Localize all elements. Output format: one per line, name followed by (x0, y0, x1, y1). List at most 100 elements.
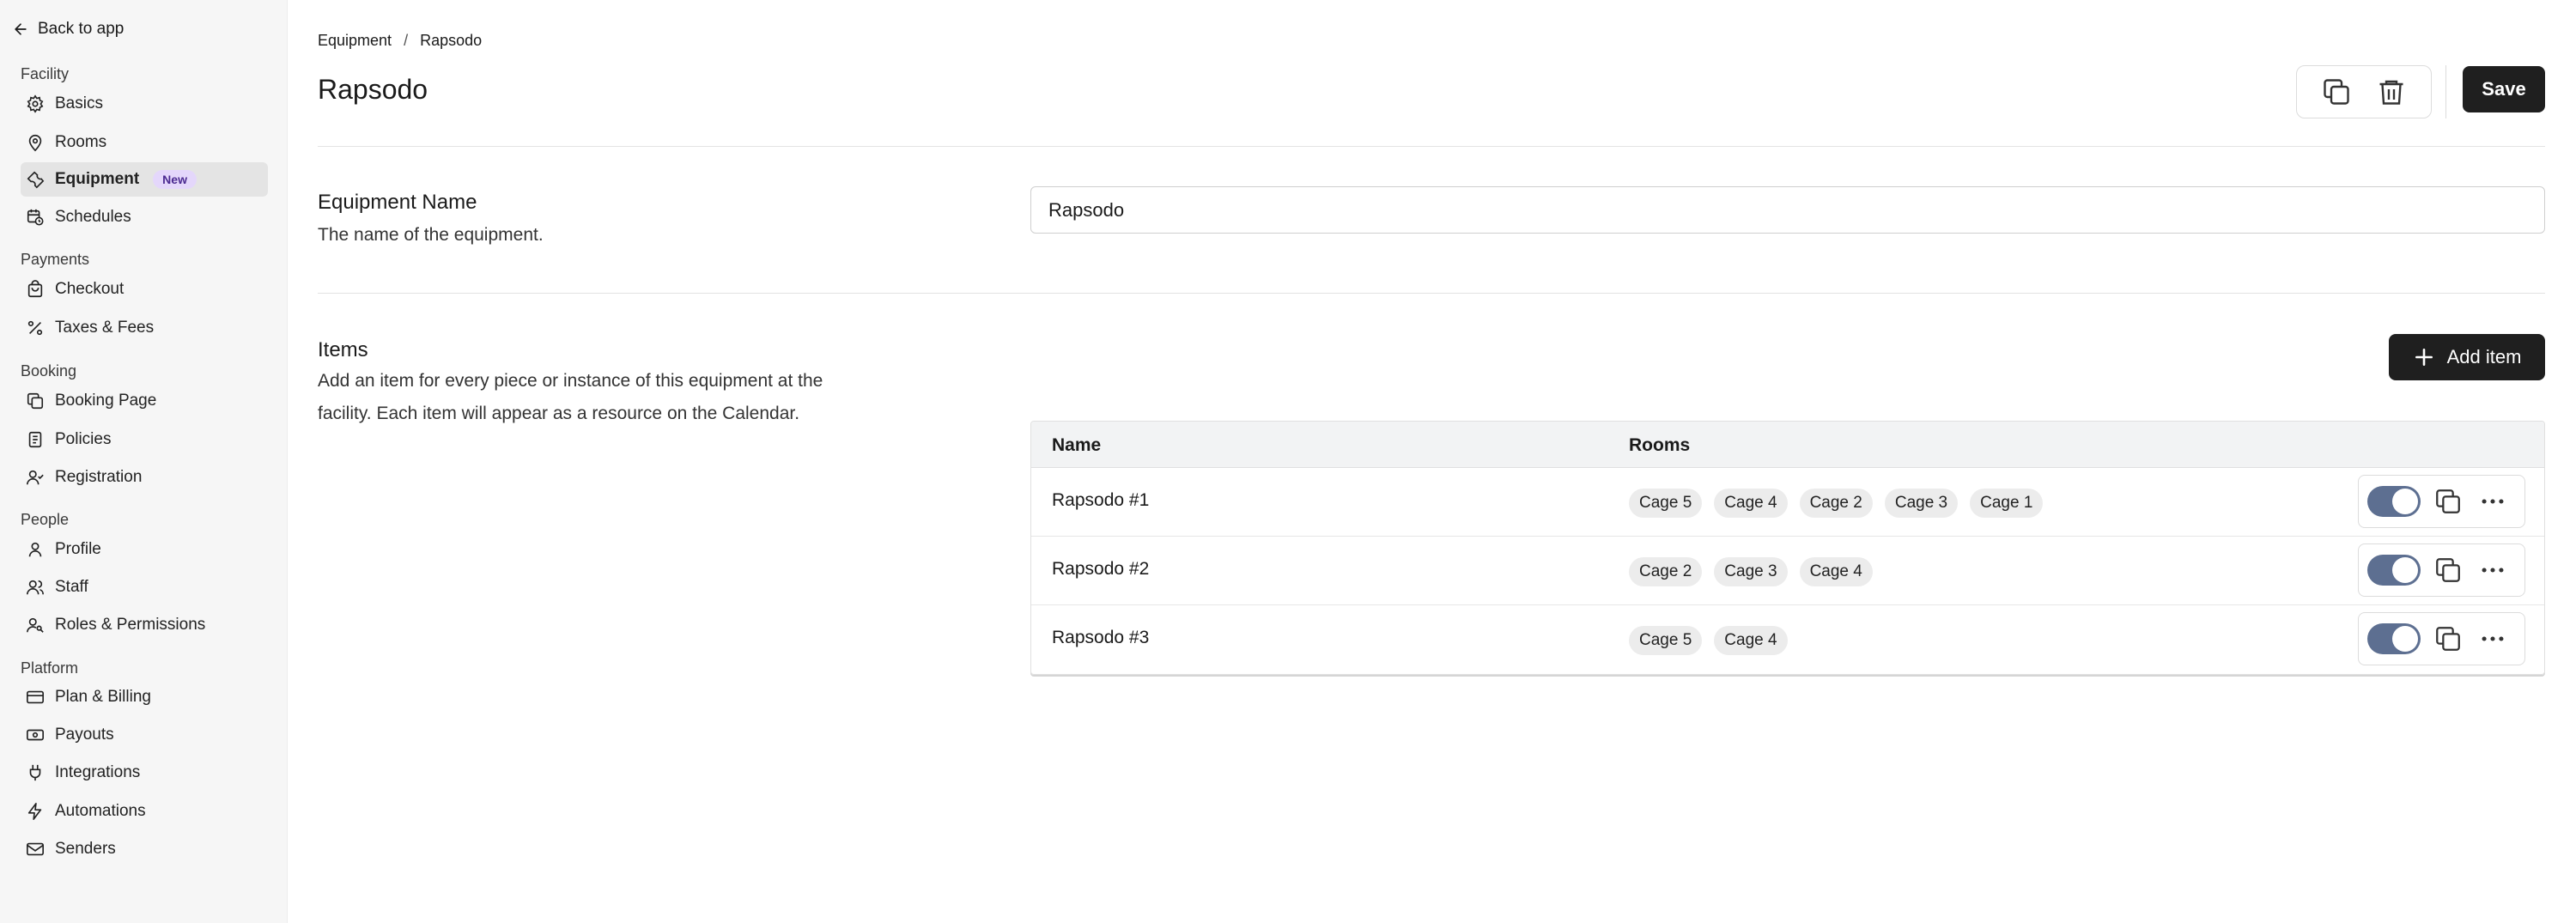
row-actions (2358, 612, 2525, 665)
enabled-toggle[interactable] (2367, 486, 2421, 517)
user-icon (28, 542, 42, 557)
section-title-platform: Platform (21, 659, 79, 677)
enabled-toggle[interactable] (2367, 623, 2421, 654)
divider (318, 146, 2545, 147)
sidebar-item-policies[interactable]: Policies (21, 422, 268, 457)
calendar-clock-icon (27, 209, 44, 226)
room-chips: Cage 2 Cage 3 Cage 4 (1629, 557, 1873, 586)
copy-icon (2436, 558, 2460, 582)
user-key-icon (27, 617, 44, 633)
sidebar-item-label: Plan & Billing (55, 688, 151, 706)
plug-icon (29, 764, 41, 781)
sidebar-item-payouts[interactable]: Payouts (21, 718, 268, 752)
sidebar-item-checkout[interactable]: Checkout (21, 272, 268, 307)
users-icon (27, 580, 44, 595)
save-button[interactable]: Save (2463, 66, 2545, 112)
duplicate-item-button[interactable] (2431, 484, 2465, 519)
sidebar-item-basics[interactable]: Basics (21, 87, 268, 121)
room-chip: Cage 3 (1884, 489, 1959, 518)
enabled-toggle[interactable] (2367, 555, 2421, 586)
sidebar-item-label: Checkout (55, 280, 125, 298)
sidebar-item-label: Basics (55, 94, 103, 112)
sidebar-item-schedules[interactable]: Schedules (21, 200, 268, 234)
header-actions (2296, 65, 2432, 118)
gear-icon (27, 94, 44, 113)
back-to-app-link[interactable]: Back to app (12, 18, 124, 40)
room-chip: Cage 4 (1714, 626, 1788, 655)
breadcrumb-parent-link[interactable]: Equipment (318, 32, 392, 50)
add-item-button[interactable]: Add item (2389, 334, 2545, 380)
arrow-left-icon (15, 23, 27, 35)
sidebar-item-roles-permissions[interactable]: Roles & Permissions (21, 608, 268, 642)
table-row[interactable]: Rapsodo #2 Cage 2 Cage 3 Cage 4 (1031, 537, 2544, 605)
layers-icon (27, 392, 44, 410)
duplicate-button[interactable] (2318, 73, 2355, 111)
sidebar-item-label: Taxes & Fees (55, 319, 155, 337)
toggle-knob (2392, 557, 2418, 583)
section-title-payments: Payments (21, 251, 90, 268)
more-options-button[interactable] (2476, 622, 2510, 656)
sidebar-item-plan-billing[interactable]: Plan & Billing (21, 680, 268, 714)
room-chip: Cage 4 (1714, 489, 1788, 518)
breadcrumb: Equipment / Rapsodo (318, 32, 482, 50)
sidebar-item-senders[interactable]: Senders (21, 832, 268, 866)
lightning-icon (27, 803, 42, 820)
breadcrumb-current: Rapsodo (420, 32, 483, 49)
sidebar-item-label: Policies (55, 430, 112, 448)
sidebar-item-label: Equipment (55, 170, 140, 188)
sidebar-item-equipment[interactable]: Equipment New (21, 162, 268, 197)
sidebar-item-label: Payouts (55, 726, 114, 744)
duplicate-item-button[interactable] (2431, 622, 2465, 656)
equipment-name-input[interactable] (1030, 186, 2545, 234)
sidebar-item-integrations[interactable]: Integrations (21, 756, 268, 790)
section-title-people: People (21, 511, 70, 528)
sidebar-item-booking-page[interactable]: Booking Page (21, 384, 268, 418)
item-name: Rapsodo #2 (1052, 559, 1150, 579)
table-row[interactable]: Rapsodo #1 Cage 5 Cage 4 Cage 2 Cage 3 C… (1031, 468, 2544, 537)
sidebar-item-staff[interactable]: Staff (21, 570, 268, 604)
room-chip: Cage 2 (1799, 489, 1873, 518)
sidebar: Back to app Facility Basics Rooms Equipm… (0, 0, 288, 923)
sidebar-item-label: Rooms (55, 133, 107, 151)
sidebar-item-rooms[interactable]: Rooms (21, 125, 268, 160)
sidebar-item-profile[interactable]: Profile (21, 532, 268, 567)
room-chip: Cage 5 (1629, 489, 1703, 518)
plus-icon (2415, 349, 2433, 366)
table-row[interactable]: Rapsodo #3 Cage 5 Cage 4 (1031, 605, 2544, 674)
row-actions (2358, 475, 2525, 528)
delete-button[interactable] (2372, 73, 2410, 111)
item-name: Rapsodo #1 (1052, 490, 1150, 510)
sidebar-item-label: Registration (55, 468, 143, 486)
room-chip: Cage 3 (1714, 557, 1788, 586)
sidebar-item-automations[interactable]: Automations (21, 794, 268, 829)
toggle-knob (2392, 626, 2418, 652)
copy-icon (2324, 79, 2349, 105)
duplicate-item-button[interactable] (2431, 553, 2465, 587)
trash-icon (2379, 80, 2403, 105)
sidebar-item-label: Roles & Permissions (55, 616, 206, 634)
sidebar-item-taxes-fees[interactable]: Taxes & Fees (21, 311, 268, 345)
column-header-name: Name (1052, 435, 1102, 455)
map-pin-icon (28, 134, 42, 152)
table-header: Name Rooms (1031, 422, 2544, 468)
add-item-label: Add item (2446, 346, 2522, 367)
sidebar-item-label: Senders (55, 840, 116, 858)
items-table: Name Rooms Rapsodo #1 Cage 5 Cage 4 Cage… (1030, 421, 2545, 675)
sidebar-item-label: Profile (55, 540, 101, 558)
section-title-booking: Booking (21, 362, 77, 380)
wrench-icon (27, 171, 45, 189)
more-options-button[interactable] (2476, 553, 2510, 587)
divider (318, 293, 2545, 294)
column-header-rooms: Rooms (1629, 435, 1691, 455)
new-badge: New (153, 170, 197, 189)
equipment-name-description: The name of the equipment. (318, 225, 544, 245)
sidebar-item-registration[interactable]: Registration (21, 460, 268, 495)
room-chip: Cage 5 (1629, 626, 1703, 655)
more-options-button[interactable] (2476, 484, 2510, 519)
percent-icon (27, 320, 43, 336)
page-title: Rapsodo (318, 74, 428, 105)
mail-icon (27, 842, 44, 856)
credit-card-icon (27, 690, 44, 704)
more-horizontal-icon (2482, 499, 2504, 504)
banknote-icon (27, 729, 44, 741)
